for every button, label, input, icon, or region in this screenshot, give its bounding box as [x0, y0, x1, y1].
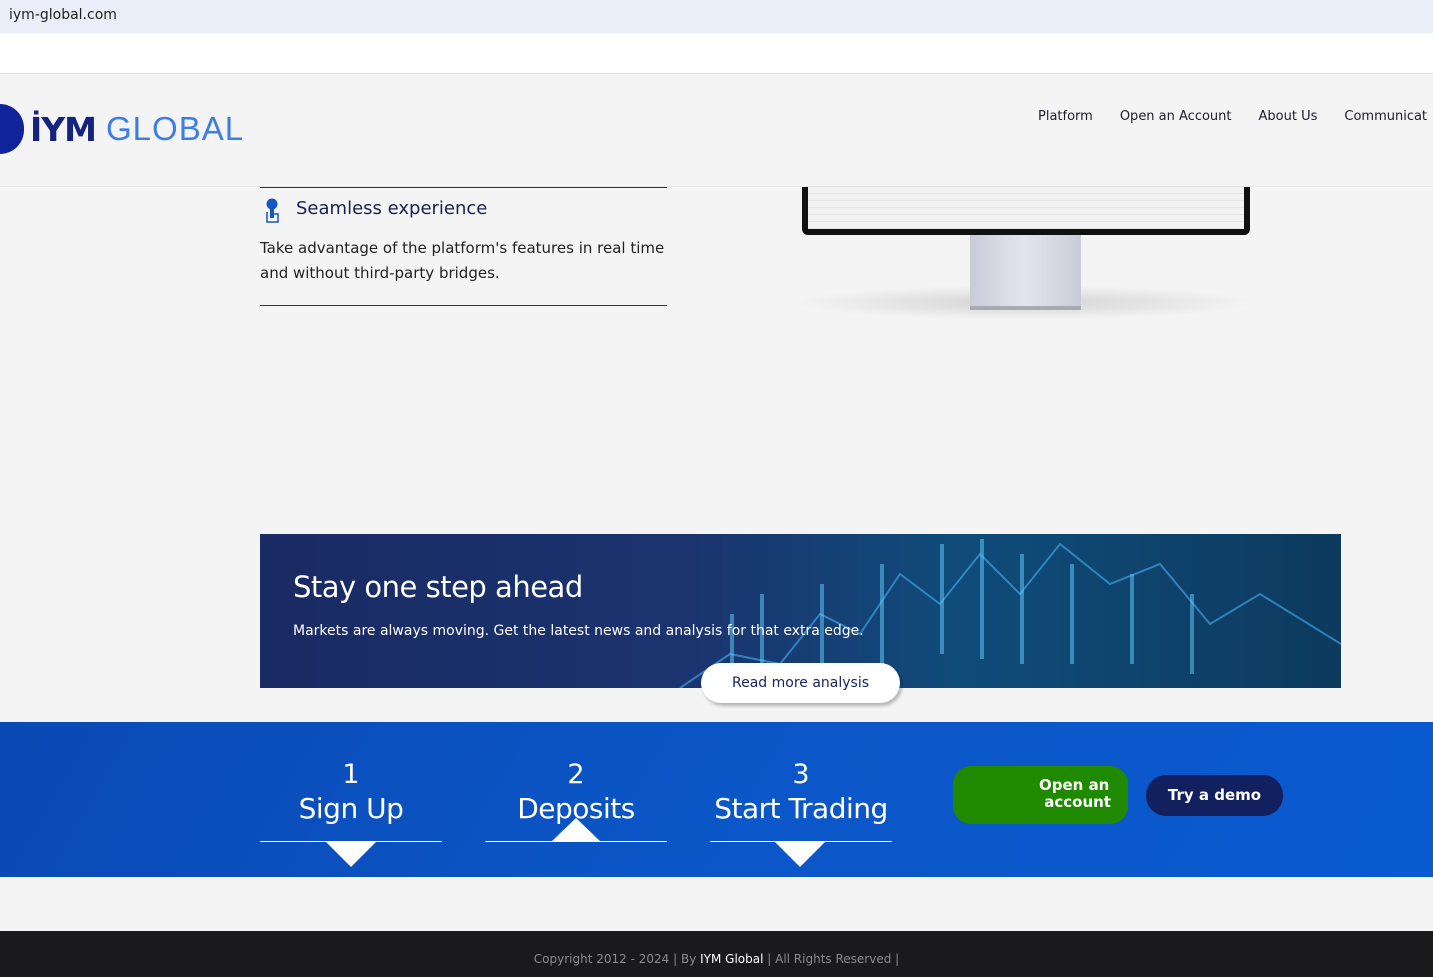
footer: Copyright 2012 - 2024 | By IYM Global | …	[0, 931, 1433, 977]
top-strip	[0, 33, 1433, 74]
footer-brand-link[interactable]: IYM Global	[700, 952, 763, 966]
address-bar[interactable]: iym-global.com	[0, 0, 1433, 33]
nav-about-us[interactable]: About Us	[1259, 109, 1318, 124]
try-demo-button[interactable]: Try a demo	[1146, 775, 1283, 816]
read-more-analysis-button[interactable]: Read more analysis	[701, 663, 900, 703]
step-label: Start Trading	[714, 792, 888, 825]
logo-iym: İYM	[30, 109, 97, 149]
banner-title: Stay one step ahead	[293, 570, 583, 604]
logo-global: GLOBAL	[106, 110, 245, 147]
arrow-down-icon	[326, 842, 376, 867]
nav-platform[interactable]: Platform	[1038, 109, 1093, 124]
touch-hand-icon	[266, 198, 279, 223]
url-text: iym-global.com	[9, 7, 117, 23]
arrow-down-icon	[775, 842, 825, 867]
open-account-button[interactable]: Open an account	[953, 766, 1128, 824]
steps-section: 1 Sign Up 2 Deposits 3 Start Trading Open a…	[0, 722, 1433, 877]
step-number: 3	[792, 759, 810, 790]
logo-mark-icon	[0, 104, 24, 154]
arrow-up-icon	[551, 818, 601, 842]
feature-title: Seamless experience	[296, 198, 488, 219]
monitor-stand	[970, 235, 1081, 310]
main-nav: Platform Open an Account About Us Commun…	[1038, 109, 1427, 124]
step-sign-up: 1 Sign Up	[260, 758, 442, 842]
logo[interactable]: İYM GLOBAL	[0, 104, 244, 154]
nav-communication[interactable]: Communicat	[1344, 109, 1427, 124]
feature-seamless: Seamless experience Take advantage of th…	[260, 187, 667, 306]
banner-subtitle: Markets are always moving. Get the lates…	[293, 623, 864, 639]
step-number: 1	[342, 759, 360, 790]
feature-text: Take advantage of the platform's feature…	[260, 239, 665, 282]
rights-text: | All Rights Reserved |	[763, 952, 900, 966]
step-label: Sign Up	[298, 792, 404, 825]
platform-monitor-image	[802, 187, 1250, 235]
site-header: İYM GLOBAL Platform Open an Account Abou…	[0, 74, 1433, 187]
nav-open-account[interactable]: Open an Account	[1120, 109, 1232, 124]
copyright-text: Copyright 2012 - 2024 | By	[533, 952, 701, 966]
step-number: 2	[567, 759, 585, 790]
step-start-trading: 3 Start Trading	[710, 758, 892, 842]
